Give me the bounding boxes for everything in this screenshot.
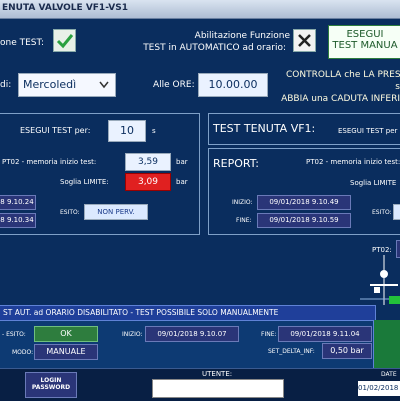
right-title: TEST TENUTA VF1: bbox=[213, 122, 316, 135]
status-esito-label: - ESITO: bbox=[2, 331, 26, 338]
soglia-unit: bar bbox=[176, 178, 188, 186]
chevron-down-icon bbox=[99, 81, 109, 89]
pt02-label: PT02: bbox=[372, 246, 392, 254]
status-fine-value: 09/01/2018 9.11.04 bbox=[278, 326, 372, 342]
status-banner: ST AUT. ad ORARIO DISABILITATO - TEST PO… bbox=[0, 305, 376, 321]
checkmark-icon bbox=[56, 34, 74, 49]
left-esito-label: ESITO: bbox=[60, 209, 80, 216]
left-end-date: 8 9.10.34 bbox=[0, 213, 36, 228]
x-mark-icon bbox=[298, 34, 311, 47]
auto-label-2: TEST in AUTOMATICO ad orario: bbox=[143, 43, 286, 53]
esegui-unit: s bbox=[152, 127, 156, 135]
soglia-label: Soglia LIMITE: bbox=[60, 178, 109, 186]
status-esito-value: OK bbox=[34, 326, 98, 342]
esegui-label-1: ESEGUI bbox=[346, 29, 384, 40]
memoria-value: 3,59 bbox=[125, 153, 171, 171]
auto-checkbox[interactable] bbox=[293, 29, 316, 52]
memoria-label: PT02 - memoria inizio test: bbox=[2, 158, 97, 166]
status-modo-label: MODO: bbox=[12, 349, 34, 356]
status-banner-text: ST AUT. ad ORARIO DISABILITATO - TEST PO… bbox=[3, 308, 279, 317]
soglia-value: 3,09 bbox=[125, 173, 171, 191]
esegui-test-label: ESEGUI TEST per: bbox=[20, 126, 91, 135]
utente-label: UTENTE: bbox=[202, 370, 233, 378]
report-label: REPORT: bbox=[213, 157, 259, 170]
right-fine-label: FINE: bbox=[236, 217, 252, 224]
status-delta-label: SET_DELTA_INF: bbox=[268, 348, 315, 355]
left-esito-value: NON PERV. bbox=[84, 204, 148, 220]
right-fine-value: 09/01/2018 9.10.59 bbox=[257, 213, 351, 228]
right-esito-label: ESITO: bbox=[372, 209, 392, 216]
status-fine-label: FINE: bbox=[261, 331, 277, 338]
right-soglia-label: Soglia LIMITE bbox=[350, 179, 397, 187]
status-modo-value: MANUALE bbox=[34, 344, 98, 360]
memoria-unit: bar bbox=[176, 158, 188, 166]
test-label: one TEST: bbox=[0, 38, 45, 48]
title-bar: ENUTA VALVOLE VF1-VS1 bbox=[0, 0, 400, 19]
esegui-duration-input[interactable]: 10 bbox=[108, 120, 146, 142]
esegui-test-manuale-button[interactable]: ESEGUI TEST MANUA bbox=[328, 25, 400, 59]
right-inizio-label: INIZIO: bbox=[232, 199, 253, 206]
status-delta-value: 0,50 bar bbox=[322, 343, 372, 359]
date-value: 01/02/2018 bbox=[358, 381, 400, 396]
right-esito-value bbox=[393, 204, 400, 220]
window-title: ENUTA VALVOLE VF1-VS1 bbox=[2, 3, 128, 13]
green-side-bar bbox=[372, 320, 400, 368]
ore-input[interactable]: 10.00.00 bbox=[198, 73, 268, 97]
right-inizio-value: 09/01/2018 9.10.49 bbox=[257, 195, 351, 210]
ore-label: Alle ORE: bbox=[153, 80, 195, 90]
date-label: DATE bbox=[381, 371, 397, 378]
day-value: Mercoledì bbox=[23, 78, 77, 91]
login-label-1: LOGIN bbox=[40, 377, 62, 384]
warn-line-2: s bbox=[395, 82, 400, 92]
login-password-button[interactable]: LOGIN PASSWORD bbox=[25, 372, 77, 398]
day-select[interactable]: Mercoledì bbox=[18, 73, 116, 97]
right-memoria-label: PT02 - memoria inizio test: bbox=[306, 158, 400, 166]
status-inizio-value: 09/01/2018 9.10.07 bbox=[145, 326, 239, 342]
login-label-2: PASSWORD bbox=[31, 384, 71, 391]
day-label: di: bbox=[0, 80, 12, 90]
utente-field[interactable] bbox=[152, 379, 284, 398]
right-esegui-label: ESEGUI TEST per bbox=[338, 127, 398, 135]
auto-label-1: Abilitazione Funzione bbox=[194, 31, 290, 41]
test-checkbox[interactable] bbox=[53, 29, 76, 52]
warn-line-3: ABBIA una CADUTA INFERI bbox=[281, 94, 400, 104]
status-inizio-label: INIZIO: bbox=[122, 331, 143, 338]
esegui-label-2: TEST MANUA bbox=[332, 40, 398, 51]
warn-line-1: CONTROLLA che LA PRES bbox=[286, 70, 400, 80]
left-start-date: 8 9.10.24 bbox=[0, 195, 36, 210]
valve-status-indicator bbox=[389, 296, 400, 304]
